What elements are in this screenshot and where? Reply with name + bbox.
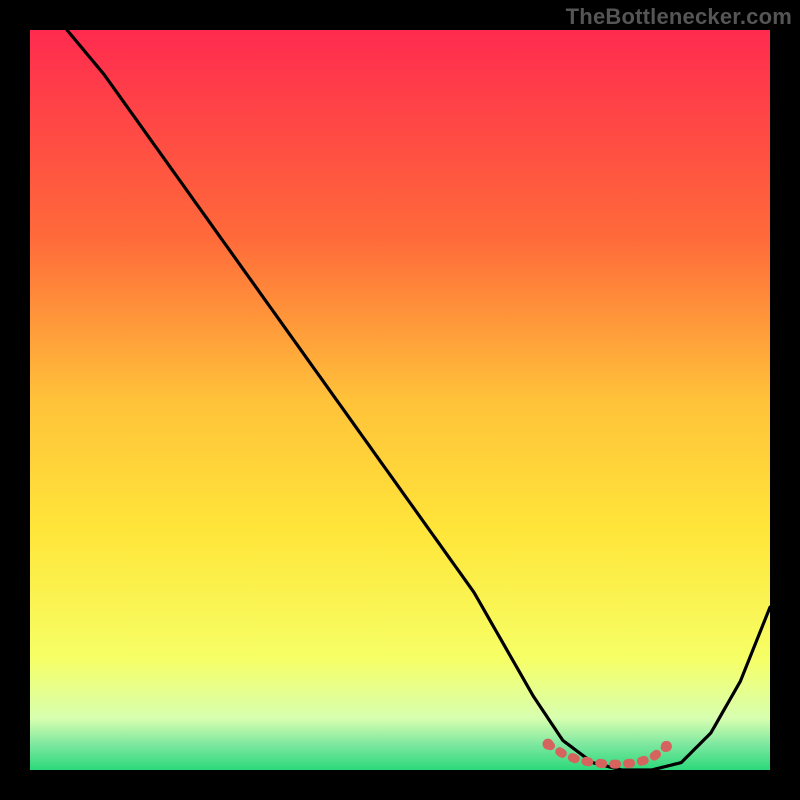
optimal-range-endcap	[661, 741, 672, 752]
watermark-text: TheBottlenecker.com	[566, 4, 792, 30]
optimal-range-endcap	[543, 739, 554, 750]
optimal-range-dots	[543, 739, 672, 764]
bottleneck-curve	[67, 30, 770, 770]
optimal-range-dot	[548, 744, 666, 764]
plot-area	[30, 30, 770, 770]
curve-layer	[30, 30, 770, 770]
chart-stage: TheBottlenecker.com	[0, 0, 800, 800]
